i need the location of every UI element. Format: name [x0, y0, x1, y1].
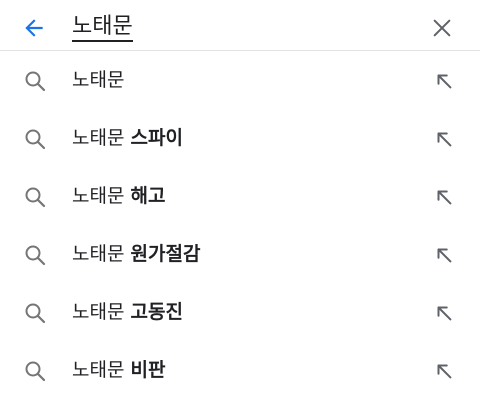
suggestion-prefix: 노태문 — [72, 359, 125, 381]
suggestion-item[interactable]: 노태문 고동진 — [0, 283, 480, 341]
close-icon — [433, 19, 451, 37]
suggestion-label: 노태문 — [72, 67, 124, 93]
arrow-up-left-icon — [437, 248, 452, 263]
suggestion-item[interactable]: 노태문 해고 — [0, 167, 480, 225]
fill-query-button[interactable] — [430, 241, 458, 269]
suggestion-prefix: 노태문 — [72, 127, 125, 149]
search-icon — [25, 361, 46, 382]
suggestion-list: 노태문 노태문 스파이 노태문 해고 노태문 원가절감 노태문 고동진 노태문 … — [0, 51, 480, 399]
suggestion-suffix: 스파이 — [130, 127, 183, 149]
search-bar: 노태문 — [0, 0, 480, 51]
suggestion-suffix: 해고 — [130, 185, 166, 207]
suggestion-prefix: 노태문 — [72, 301, 125, 323]
suggestion-prefix: 노태문 — [72, 185, 125, 207]
suggestion-label: 노태문 원가절감 — [72, 241, 200, 267]
suggestion-label: 노태문 고동진 — [72, 299, 183, 325]
suggestion-item[interactable]: 노태문 스파이 — [0, 109, 480, 167]
arrow-up-left-icon — [437, 190, 452, 205]
suggestion-suffix: 비판 — [130, 359, 166, 381]
clear-button[interactable] — [426, 12, 458, 44]
arrow-up-left-icon — [437, 74, 452, 89]
search-icon — [25, 187, 46, 208]
suggestion-suffix: 원가절감 — [130, 243, 201, 265]
suggestion-suffix: 고동진 — [130, 301, 183, 323]
back-button[interactable] — [18, 12, 50, 44]
search-icon — [25, 303, 46, 324]
search-icon — [25, 129, 46, 150]
fill-query-button[interactable] — [430, 183, 458, 211]
suggestion-label: 노태문 비판 — [72, 357, 165, 383]
arrow-up-left-icon — [437, 364, 452, 379]
fill-query-button[interactable] — [430, 357, 458, 385]
search-query-text: 노태문 — [72, 14, 133, 42]
search-icon — [25, 245, 46, 266]
arrow-back-icon — [25, 19, 43, 37]
fill-query-button[interactable] — [430, 67, 458, 95]
search-input[interactable]: 노태문 — [72, 12, 133, 42]
fill-query-button[interactable] — [430, 125, 458, 153]
suggestion-prefix: 노태문 — [72, 243, 125, 265]
suggestion-label: 노태문 해고 — [72, 183, 165, 209]
suggestion-item[interactable]: 노태문 비판 — [0, 341, 480, 399]
suggestion-label: 노태문 스파이 — [72, 125, 183, 151]
suggestion-prefix: 노태문 — [72, 69, 125, 91]
arrow-up-left-icon — [437, 306, 452, 321]
arrow-up-left-icon — [437, 132, 452, 147]
suggestion-item[interactable]: 노태문 원가절감 — [0, 225, 480, 283]
fill-query-button[interactable] — [430, 299, 458, 327]
suggestion-item[interactable]: 노태문 — [0, 51, 480, 109]
search-icon — [25, 71, 46, 92]
